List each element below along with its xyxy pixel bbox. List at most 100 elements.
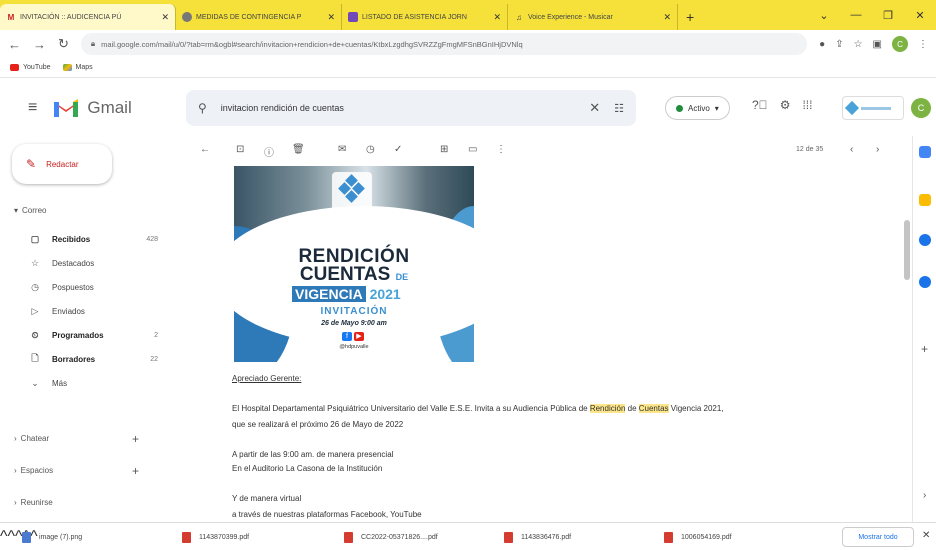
back-icon[interactable]: ← <box>8 37 21 52</box>
download-item[interactable]: CC2022-05371826....pdf <box>344 529 438 545</box>
pager-count: 12 de 35 <box>796 146 824 153</box>
compose-button[interactable]: ✎ Redactar <box>12 144 112 184</box>
add-space-icon[interactable]: + <box>132 464 139 478</box>
download-filename: CC2022-05371826....pdf <box>361 533 438 541</box>
sidebar-item-recibidos[interactable]: ▢ Recibidos 428 <box>28 230 158 248</box>
account-avatar[interactable]: C <box>911 98 931 118</box>
pdf-file-icon <box>344 531 353 543</box>
scrollbar[interactable] <box>904 220 910 280</box>
expand-panel-icon[interactable]: › <box>923 490 926 501</box>
back-to-list-icon[interactable]: ← <box>200 144 210 155</box>
window-controls: ⌄ — ❐ ✕ <box>808 0 936 30</box>
tab-search-icon[interactable]: ⌄ <box>808 9 840 22</box>
add-task-icon[interactable]: ✓ <box>394 144 402 155</box>
sidebar-item-destacados[interactable]: ☆ Destacados <box>28 254 158 272</box>
show-all-downloads-button[interactable]: Mostrar todo <box>842 527 914 547</box>
url-bar[interactable]: 🔒︎ mail.google.com/mail/u/0/?tab=rm&ogbl… <box>80 33 808 55</box>
star-icon[interactable]: ☆ <box>854 39 863 50</box>
mark-unread-icon[interactable]: ✉ <box>338 144 346 155</box>
download-item[interactable]: 1143836476.pdf <box>504 529 571 545</box>
tab-invitacion[interactable]: M INVITACIÓN :: AUDICENCIA PÚ ✕ <box>0 4 176 30</box>
maps-icon <box>62 64 72 71</box>
invitation-image: RENDICIÓN CUENTAS DE VIGENCIA 2021 INVIT… <box>234 166 474 362</box>
search-input[interactable]: invitacion rendición de cuentas <box>221 103 344 113</box>
bookmark-youtube[interactable]: YouTube <box>10 64 51 71</box>
new-tab-button[interactable]: + <box>678 4 702 30</box>
download-options-icon[interactable]: ^ <box>0 528 8 546</box>
draft-icon: 🗋︎ <box>31 353 39 363</box>
tab-voice[interactable]: ♫ Voice Experience - Musicar ✕ <box>508 4 678 30</box>
paragraph-1-line-1: El Hospital Departamental Psiquiátrico U… <box>232 404 724 413</box>
profile-avatar[interactable]: C <box>892 36 908 52</box>
scheduled-icon: ⏲ <box>31 329 39 340</box>
sidebar-item-borradores[interactable]: 🗋︎ Borradores 22 <box>28 350 158 368</box>
forward-icon[interactable]: → <box>33 37 46 52</box>
download-filename: 1006054169.pdf <box>681 533 732 541</box>
key-icon[interactable]: ● <box>819 39 825 50</box>
delete-icon[interactable]: 🗑︎ <box>292 144 305 155</box>
report-spam-icon[interactable]: ⓘ <box>264 144 274 159</box>
sidebar-item-pospuestos[interactable]: ◷ Pospuestos <box>28 278 158 296</box>
more-options-icon[interactable]: ⋮ <box>496 144 506 155</box>
label-icon[interactable]: ▭ <box>468 144 477 155</box>
close-tab-icon[interactable]: ✕ <box>487 12 501 23</box>
restore-icon[interactable]: ❐ <box>872 9 904 22</box>
contacts-icon[interactable] <box>919 276 931 288</box>
close-tab-icon[interactable]: ✕ <box>657 12 671 23</box>
section-chatear[interactable]: › Chatear + <box>14 432 174 446</box>
status-dropdown[interactable]: Activo ▾ <box>665 96 730 120</box>
tab-listado[interactable]: LISTADO DE ASISTENCIA JORN ✕ <box>342 4 508 30</box>
sidebar-item-enviados[interactable]: ▷ Enviados <box>28 302 158 320</box>
newer-icon[interactable]: ‹ <box>850 144 853 155</box>
section-espacios[interactable]: › Espacios + <box>14 464 174 478</box>
tasks-icon[interactable] <box>919 234 931 246</box>
menu-dots-icon[interactable]: ⋮ <box>918 39 928 50</box>
section-correo[interactable]: ▾ Correo <box>14 206 174 215</box>
share-icon[interactable]: ⇪ <box>835 39 843 50</box>
move-to-icon[interactable]: ⊞ <box>440 144 448 155</box>
add-addon-icon[interactable]: + <box>921 342 928 356</box>
chevron-down-icon: ▾ <box>14 206 19 215</box>
download-options-icon[interactable]: ^ <box>8 528 16 546</box>
lock-icon[interactable]: 🔒︎ <box>91 39 95 49</box>
gmail-logo[interactable]: Gmail <box>53 98 132 118</box>
search-options-icon[interactable]: ☷ <box>614 102 624 115</box>
main-menu-icon[interactable]: ≡ <box>28 99 37 117</box>
search-icon[interactable]: ⚲ <box>198 101 207 115</box>
chevron-down-icon: ▾ <box>714 103 719 113</box>
close-window-icon[interactable]: ✕ <box>904 9 936 22</box>
keep-icon[interactable] <box>919 194 931 206</box>
close-tab-icon[interactable]: ✕ <box>155 12 169 23</box>
bookmark-maps[interactable]: Maps <box>62 64 93 71</box>
tab-medidas[interactable]: MEDIDAS DE CONTINGENCIA P ✕ <box>176 4 342 30</box>
section-reunirse[interactable]: › Reunirse <box>14 498 174 507</box>
social-icons: f ▶ <box>342 332 364 341</box>
close-downloads-icon[interactable]: ✕ <box>922 530 930 541</box>
download-item[interactable]: 1143870399.pdf <box>182 529 249 545</box>
youtube-icon: ▶ <box>354 332 364 341</box>
sidebar-item-mas[interactable]: ⌄ Más <box>28 374 158 392</box>
minimize-icon[interactable]: — <box>840 9 872 21</box>
calendar-icon[interactable] <box>919 146 931 158</box>
snooze-icon[interactable]: ◷ <box>366 144 375 155</box>
download-item[interactable]: 1006054169.pdf <box>664 529 732 545</box>
sidepanel-icon[interactable]: ▣ <box>873 39 882 50</box>
url-text: mail.google.com/mail/u/0/?tab=rm&ogbl#se… <box>101 39 523 49</box>
apps-grid-icon[interactable]: ⁞⁞⁞ <box>802 98 812 112</box>
settings-gear-icon[interactable]: ⚙ <box>780 98 791 112</box>
clear-search-icon[interactable]: ✕ <box>589 100 600 116</box>
download-item[interactable]: image (7).png <box>22 529 82 545</box>
close-tab-icon[interactable]: ✕ <box>321 12 335 23</box>
sidebar-item-label: Borradores <box>52 354 96 364</box>
clock-icon: ◷ <box>31 281 39 292</box>
archive-icon[interactable]: ⊡ <box>236 144 244 155</box>
tab-label: MEDIDAS DE CONTINGENCIA P <box>196 13 302 21</box>
organization-logo[interactable] <box>842 96 904 120</box>
sidebar-item-programados[interactable]: ⏲ Programados 2 <box>28 326 158 344</box>
search-bar[interactable]: ⚲ invitacion rendición de cuentas ✕ ☷ <box>186 90 636 126</box>
bookmark-label: Maps <box>75 64 93 71</box>
reload-icon[interactable]: ↻ <box>58 36 69 52</box>
add-chat-icon[interactable]: + <box>132 432 139 446</box>
older-icon[interactable]: › <box>876 144 879 155</box>
help-icon[interactable]: ?⃝ <box>752 98 768 112</box>
